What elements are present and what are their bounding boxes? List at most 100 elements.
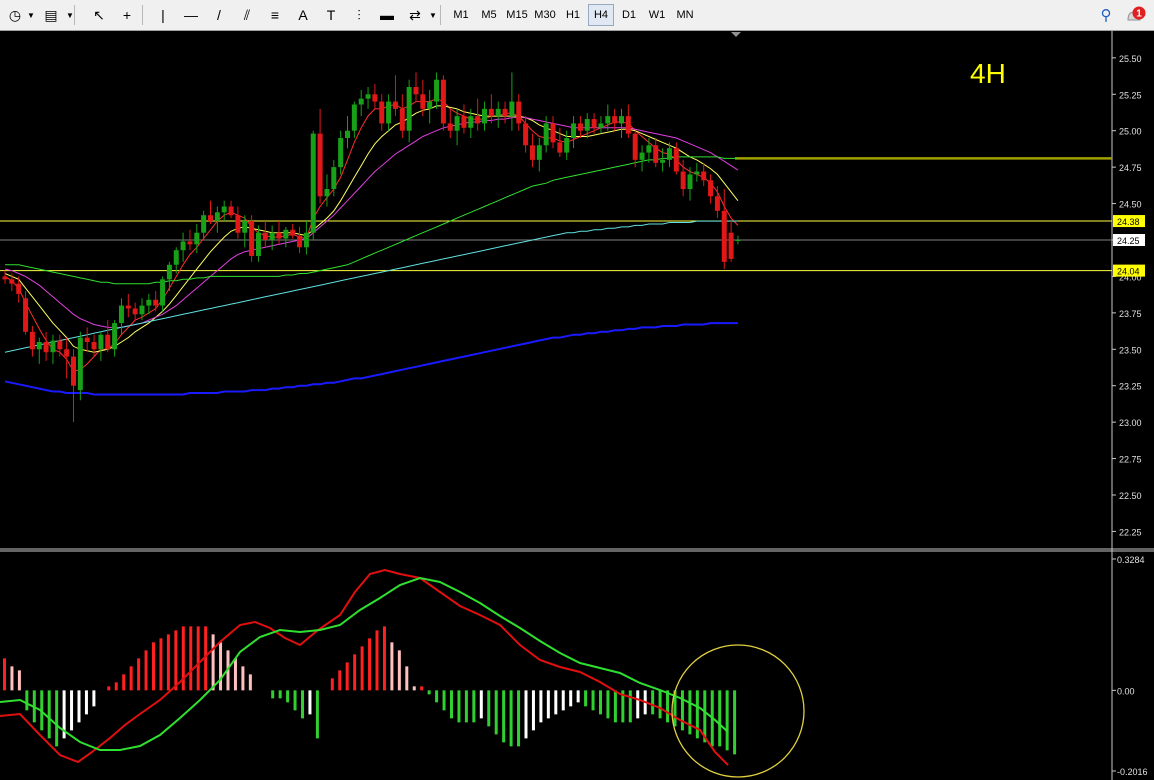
histogram-bar <box>233 658 237 691</box>
indicator-axis-label: 0.00 <box>1117 686 1135 696</box>
timeframe-h1-button[interactable]: H1 <box>560 4 586 26</box>
histogram-bar <box>301 690 304 719</box>
candle-body <box>365 94 371 99</box>
candle-body <box>235 215 241 233</box>
candle-body <box>495 108 501 117</box>
candle-body <box>50 340 56 353</box>
candle-body <box>221 206 227 213</box>
price-axis-label: 23.00 <box>1119 418 1142 428</box>
chart-template-icon[interactable]: ▤ <box>40 4 62 26</box>
channel-icon[interactable]: ⫽ <box>236 4 258 26</box>
candle-body <box>180 241 186 251</box>
candle-body <box>112 323 118 350</box>
timeframe-w1-button[interactable]: W1 <box>644 4 670 26</box>
crosshair-icon[interactable]: + <box>116 4 138 26</box>
histogram-bar <box>584 690 588 707</box>
timeframe-m1-button[interactable]: M1 <box>448 4 474 26</box>
histogram-bar <box>248 674 252 691</box>
histogram-bar <box>457 690 461 723</box>
candle-body <box>242 221 248 233</box>
histogram-bar <box>10 666 14 691</box>
histogram-bar <box>174 630 178 691</box>
timeframe-m30-button[interactable]: M30 <box>532 4 558 26</box>
candle-body <box>735 240 741 241</box>
fibonacci-fan-icon[interactable]: ⫶ <box>348 4 370 26</box>
candle-body <box>84 337 90 342</box>
histogram-bar <box>733 690 737 755</box>
candle-body <box>708 180 714 197</box>
cursor-icon[interactable]: ↖ <box>88 4 110 26</box>
candle-body <box>673 148 679 172</box>
arrows-icon[interactable]: ⇄ <box>404 4 426 26</box>
vertical-line-icon[interactable]: | <box>152 4 174 26</box>
horizontal-line-icon[interactable]: — <box>180 4 202 26</box>
dropdown-arrow-icon[interactable]: ▼ <box>429 4 437 26</box>
histogram-bar <box>375 630 379 691</box>
candle-body <box>64 349 70 357</box>
histogram-bar <box>278 690 282 699</box>
histogram-bar <box>122 674 126 691</box>
candle-body <box>71 356 76 386</box>
histogram-bar <box>487 690 491 727</box>
histogram-bar <box>390 642 394 691</box>
candle-body <box>345 130 350 138</box>
candle-body <box>427 101 433 109</box>
candle-body <box>379 101 385 124</box>
histogram-bar <box>271 690 275 699</box>
candle-body <box>454 116 460 131</box>
dropdown-arrow-icon[interactable]: ▼ <box>27 4 35 26</box>
candle-body <box>43 342 49 353</box>
histogram-bar <box>353 654 357 691</box>
candle-body <box>646 145 652 153</box>
candle-body <box>605 116 611 124</box>
price-axis-label: 23.25 <box>1119 382 1142 392</box>
candle-body <box>399 108 405 131</box>
text-icon[interactable]: A <box>292 4 314 26</box>
notifications-icon[interactable]: 1 <box>1124 4 1148 26</box>
trendline-icon[interactable]: / <box>208 4 230 26</box>
candle-body <box>317 133 323 197</box>
candle-body <box>228 206 234 216</box>
histogram-bar <box>107 686 111 691</box>
price-label-text: 24.25 <box>1117 236 1140 246</box>
timeframe-d1-button[interactable]: D1 <box>616 4 642 26</box>
timeframe-mn-button[interactable]: MN <box>672 4 698 26</box>
candle-body <box>358 98 364 105</box>
candle-body <box>386 101 392 124</box>
candle-body <box>721 210 727 262</box>
histogram-bar <box>159 638 163 691</box>
candle-body <box>420 94 426 109</box>
candle-body <box>125 305 131 309</box>
fibonacci-icon[interactable]: ≡ <box>264 4 286 26</box>
histogram-bar <box>152 642 155 691</box>
price-axis-label: 24.75 <box>1119 163 1142 173</box>
candle-body <box>482 108 487 124</box>
candle-body <box>153 299 159 306</box>
price-axis-label: 25.50 <box>1119 54 1142 64</box>
histogram-bar <box>464 690 468 723</box>
candle-body <box>146 299 152 306</box>
histogram-bar <box>338 670 342 691</box>
candle-body <box>461 116 467 128</box>
search-icon[interactable]: ⚲ <box>1096 4 1116 26</box>
histogram-bar <box>606 690 610 719</box>
candle-body <box>612 116 618 124</box>
histogram-bar <box>70 690 74 731</box>
histogram-bar <box>427 690 431 695</box>
dropdown-arrow-icon[interactable]: ▼ <box>66 4 74 26</box>
candle-body <box>392 101 398 109</box>
text-label-icon[interactable]: T <box>320 4 342 26</box>
timeframe-m15-button[interactable]: M15 <box>504 4 530 26</box>
candle-body <box>249 221 255 257</box>
histogram-bar <box>442 690 446 711</box>
rectangle-icon[interactable]: ▬ <box>376 4 398 26</box>
timeframe-m5-button[interactable]: M5 <box>476 4 502 26</box>
clock-icon[interactable]: ◷ <box>4 4 26 26</box>
price-axis-label: 23.75 <box>1119 309 1142 319</box>
price-label-text: 24.04 <box>1117 267 1140 277</box>
timeframe-h4-button[interactable]: H4 <box>588 4 614 26</box>
candle-body <box>440 79 446 124</box>
price-chart-area[interactable]: 25.5025.2525.0024.7524.5024.2524.0023.75… <box>0 31 1154 780</box>
histogram-bar <box>114 682 118 691</box>
candle-body <box>516 101 522 124</box>
